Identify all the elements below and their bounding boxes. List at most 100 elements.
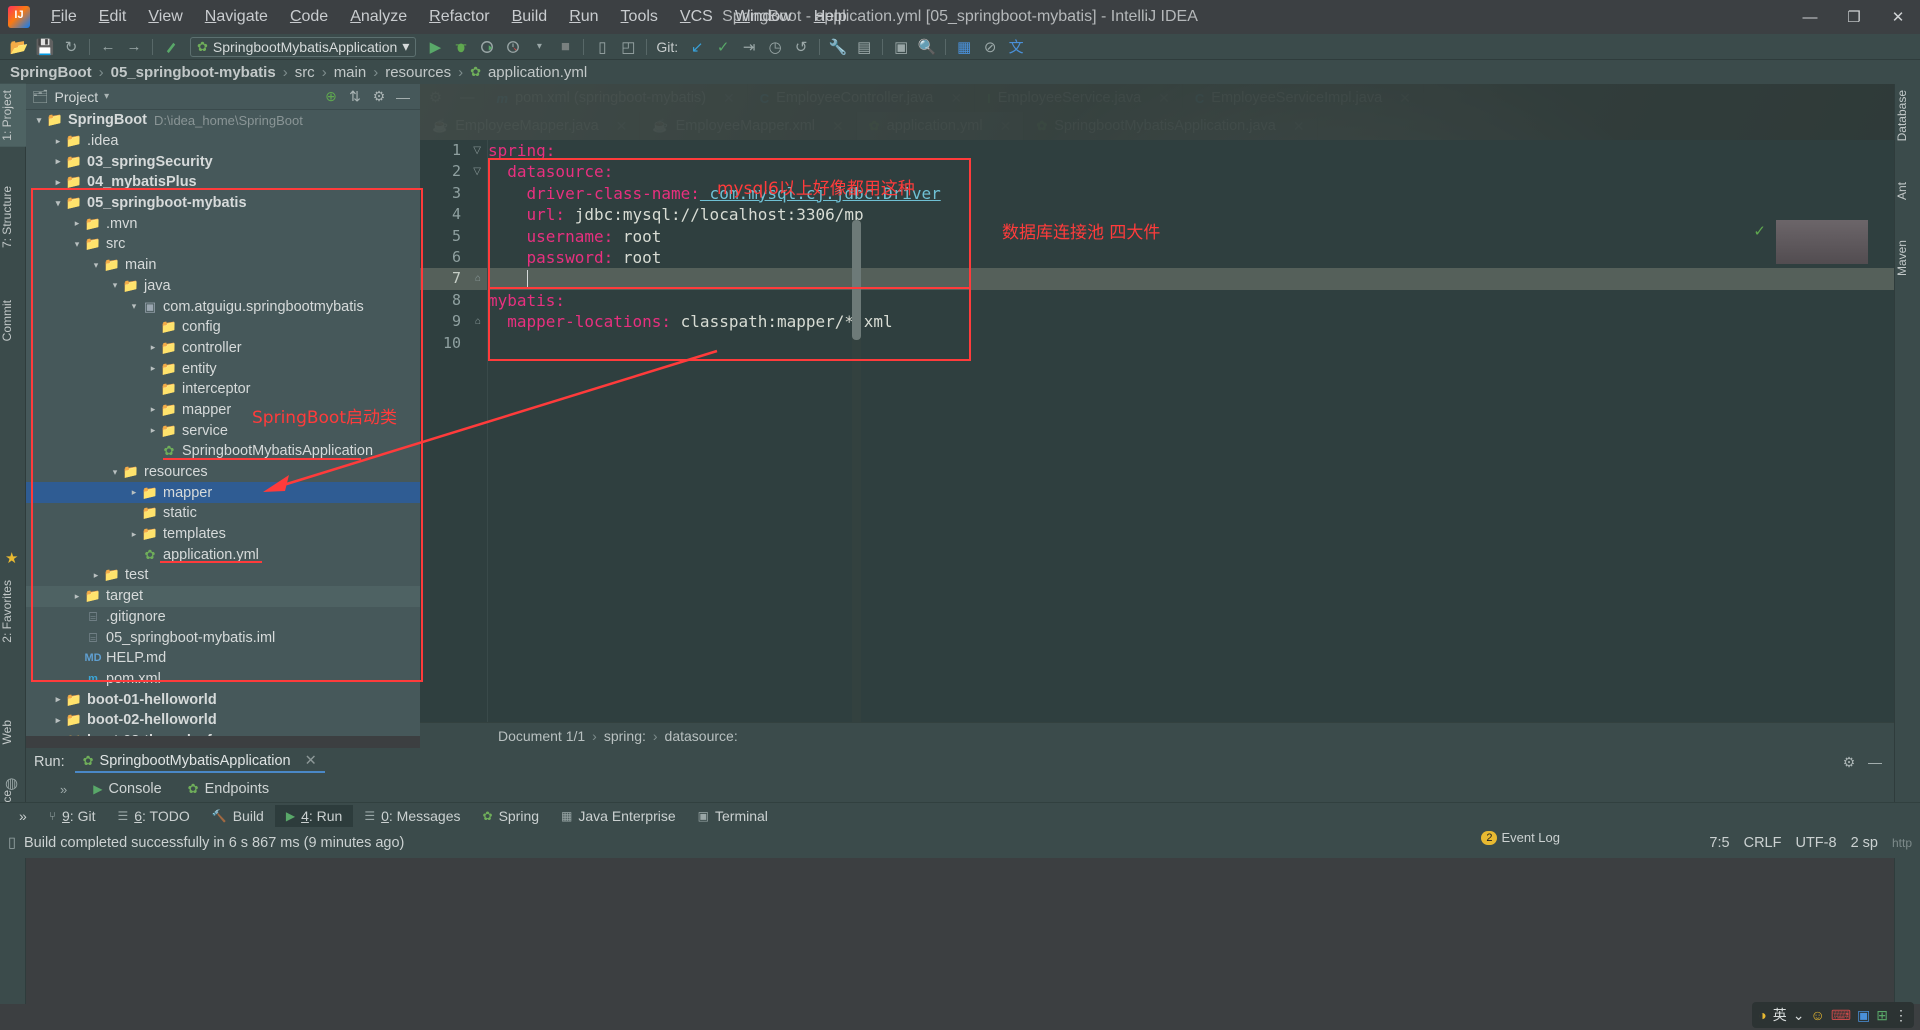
device-manager-icon[interactable]: ▯	[589, 35, 615, 59]
debug-icon[interactable]	[448, 35, 474, 59]
breadcrumb-item-4[interactable]: resources	[385, 64, 451, 81]
close-icon[interactable]: ✕	[616, 118, 628, 135]
tree-node[interactable]: ▾ 📁 src	[26, 234, 420, 255]
tree-node[interactable]: ▸ 📁 .idea	[26, 131, 420, 152]
tree-node[interactable]: ▾ 📁 SpringBoot D:\idea_home\SpringBoot	[26, 110, 420, 131]
sidebar-item-ant[interactable]: Ant	[1895, 176, 1920, 206]
chevron-right-icon[interactable]: ▸	[51, 694, 65, 705]
caret-position[interactable]: 7:5	[1709, 835, 1729, 851]
git-history-icon[interactable]: ◷	[762, 35, 788, 59]
ime-smiley-icon[interactable]: ☺	[1811, 1007, 1825, 1023]
menu-item-vcs[interactable]: VCS	[669, 4, 724, 30]
ime-grid-icon[interactable]: ⊞	[1876, 1007, 1888, 1024]
editor-tab-employeemapper-java[interactable]: ☕ EmployeeMapper.java ✕	[420, 112, 641, 140]
navigate-back-icon[interactable]: ←	[95, 35, 121, 59]
tree-node[interactable]: 📁 static	[26, 503, 420, 524]
profiler-dropdown-icon[interactable]: ▾	[526, 35, 552, 59]
close-icon[interactable]: ✕	[1399, 90, 1411, 107]
tree-node[interactable]: ▸ 📁 04_mybatisPlus	[26, 172, 420, 193]
translate-icon[interactable]: 文	[1003, 35, 1029, 59]
tree-node[interactable]: ▸ 📁 boot-02-helloworld	[26, 710, 420, 731]
run-tab-endpoints[interactable]: ✿ Endpoints	[188, 781, 269, 797]
file-encoding[interactable]: UTF-8	[1795, 835, 1836, 851]
sdk-manager-icon[interactable]: ◰	[615, 35, 641, 59]
sidebar-item-maven[interactable]: Maven	[1895, 234, 1920, 282]
ime-more-icon[interactable]: ⋮	[1894, 1007, 1908, 1024]
editor-gutter[interactable]: 1 2 3 4 5 6 7 8 9 10 ▽ ▽ ⌂ ⌂	[420, 140, 488, 736]
bottom-tab-terminal[interactable]: ▣ Terminal	[687, 805, 779, 827]
editor-scrollbar-thumb[interactable]	[852, 220, 861, 340]
close-button[interactable]: ✕	[1876, 0, 1920, 34]
fold-marker-icon[interactable]: ⌂	[475, 316, 481, 327]
menu-item-file[interactable]: File	[40, 4, 88, 30]
settings-wrench-icon[interactable]: 🔧	[825, 35, 851, 59]
fold-marker-icon[interactable]: ⌂	[475, 273, 481, 284]
chevron-right-icon[interactable]: ▸	[70, 591, 84, 602]
structure-toggle-icon[interactable]: ▤	[851, 35, 877, 59]
menu-item-window[interactable]: Window	[724, 4, 803, 30]
tree-node[interactable]: ⌸ 05_springboot-mybatis.iml	[26, 627, 420, 648]
tree-node[interactable]: ▸ 📁 entity	[26, 358, 420, 379]
bottom-tab-build[interactable]: 🔨 Build	[201, 805, 275, 827]
sync-icon[interactable]: ↻	[58, 35, 84, 59]
chevron-down-icon[interactable]: ▾	[32, 115, 46, 126]
menu-item-view[interactable]: View	[137, 4, 193, 30]
line-separator[interactable]: CRLF	[1744, 835, 1782, 851]
minimize-button[interactable]: —	[1788, 0, 1832, 34]
close-icon[interactable]: ✕	[832, 118, 844, 135]
code-editor[interactable]: 1 2 3 4 5 6 7 8 9 10 ▽ ▽ ⌂ ⌂ spring: datasource: driv…	[420, 140, 1894, 736]
menu-item-analyze[interactable]: Analyze	[339, 4, 418, 30]
tree-node[interactable]: ▸ 📁 03_springSecurity	[26, 151, 420, 172]
no-inspections-icon[interactable]: ⊘	[977, 35, 1003, 59]
run-with-coverage-icon[interactable]	[474, 35, 500, 59]
menu-item-help[interactable]: Help	[803, 4, 858, 30]
chevron-right-icon[interactable]: ▸	[146, 342, 160, 353]
editor-gear-icon[interactable]: ⚙	[420, 84, 451, 112]
hide-panel-icon[interactable]: —	[392, 86, 414, 108]
document-breadcrumb-item-1[interactable]: spring:	[604, 728, 646, 744]
tree-node[interactable]: ▸ 📁 mapper	[26, 482, 420, 504]
tree-node[interactable]: ▾ 📁 resources	[26, 462, 420, 483]
editor-tab-employeeserviceimpl-java[interactable]: C EmployeeServiceImpl.java ✕	[1183, 84, 1424, 112]
breadcrumb-item-5[interactable]: application.yml	[488, 64, 587, 81]
tree-node[interactable]: MD HELP.md	[26, 648, 420, 669]
editor-code-text[interactable]: spring: datasource: driver-class-name: c…	[488, 140, 1894, 736]
tree-node[interactable]: ✿ application.yml	[26, 544, 420, 565]
close-icon[interactable]: ✕	[1158, 90, 1170, 107]
breadcrumb-item-3[interactable]: main	[334, 64, 367, 81]
tree-node[interactable]: ▸ 📁 test	[26, 565, 420, 586]
tree-node[interactable]: ▸ 📁 templates	[26, 524, 420, 545]
bottom-tab-run[interactable]: ▶ 4: Run	[274, 804, 354, 827]
chevron-right-icon[interactable]: ▸	[89, 570, 103, 581]
navigate-forward-icon[interactable]: →	[121, 35, 147, 59]
ime-chevron-icon[interactable]: ⌄	[1793, 1007, 1805, 1024]
fold-marker-icon[interactable]: ▽	[473, 166, 481, 177]
tree-node[interactable]: ▸ 📁 boot-01-helloworld	[26, 689, 420, 710]
git-push-icon[interactable]: ⇥	[736, 35, 762, 59]
build-hammer-icon[interactable]	[158, 35, 184, 59]
editor-minimap[interactable]	[1776, 220, 1868, 264]
ime-tray[interactable]: ◑ 英 ⌄ ☺ ⌨ ▣ ⊞ ⋮	[1752, 1002, 1914, 1028]
chevron-right-icon[interactable]: ▸	[51, 715, 65, 726]
chevron-down-icon[interactable]: ▾	[127, 301, 141, 312]
chevron-right-icon[interactable]: ▸	[51, 735, 65, 736]
menu-item-navigate[interactable]: Navigate	[194, 4, 279, 30]
ime-keyboard-icon[interactable]: ⌨	[1831, 1007, 1851, 1024]
indent-setting[interactable]: 2 sp	[1851, 835, 1878, 851]
chevron-right-icon[interactable]: ▸	[146, 363, 160, 374]
tree-node[interactable]: ▸📁 boot-03-thymeleaf	[26, 731, 420, 736]
breadcrumb-item-1[interactable]: 05_springboot-mybatis	[111, 64, 276, 81]
chevron-right-icon[interactable]: ▸	[51, 177, 65, 188]
close-icon[interactable]: ✕	[950, 90, 962, 107]
search-icon[interactable]: 🔍	[914, 35, 940, 59]
menu-item-run[interactable]: Run	[558, 4, 609, 30]
editor-tab-employeemapper-xml[interactable]: ☕ EmployeeMapper.xml ✕	[640, 112, 857, 140]
ime-panel-icon[interactable]: ▣	[1857, 1007, 1870, 1024]
bottom-tab-messages[interactable]: ☰ 0: Messages	[353, 805, 471, 827]
ime-language-label[interactable]: 英	[1773, 1005, 1787, 1025]
event-log-indicator[interactable]: 2 Event Log	[1481, 830, 1560, 845]
tree-node[interactable]: ⌸ .gitignore	[26, 607, 420, 628]
sidebar-item-structure[interactable]: 7: Structure	[0, 180, 26, 254]
profiler-icon[interactable]	[500, 35, 526, 59]
tree-node[interactable]: ▸ 📁 .mvn	[26, 213, 420, 234]
